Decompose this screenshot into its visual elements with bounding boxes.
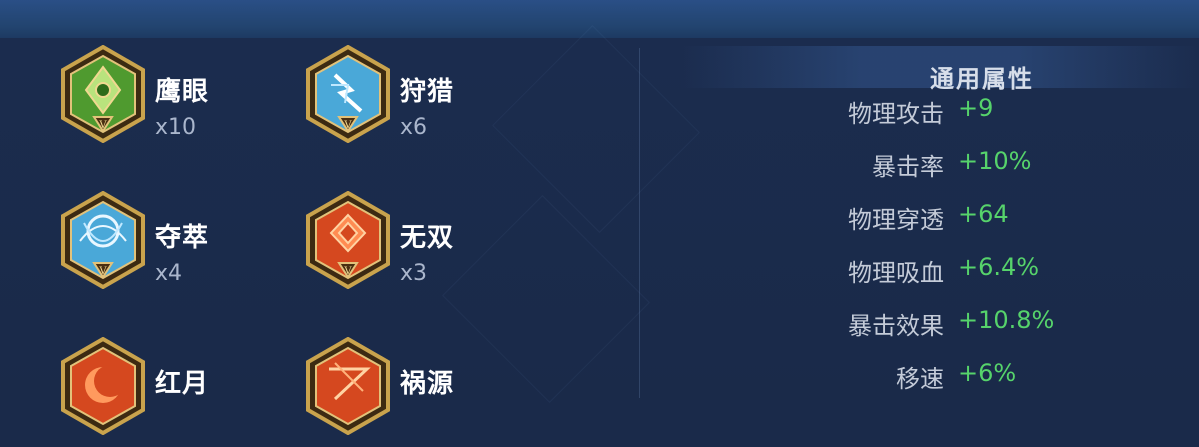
attribute-row: 暴击率 +10% [640, 143, 1199, 183]
rune-item[interactable]: 祸源 [305, 337, 535, 447]
rune-item[interactable]: V 无双 x3 [305, 191, 535, 301]
attribute-value: +6% [958, 359, 1017, 387]
attribute-label: 物理吸血 [848, 259, 944, 287]
calamity-rune-icon [306, 337, 390, 435]
attribute-label: 暴击率 [872, 153, 944, 181]
svg-text:V: V [343, 266, 352, 277]
attributes-title: 通用属性 [930, 65, 1034, 93]
attribute-label: 物理攻击 [848, 100, 944, 128]
rune-count: x3 [400, 261, 428, 286]
rune-count: x10 [155, 115, 197, 140]
attribute-value: +6.4% [958, 253, 1040, 281]
hunt-rune-icon: V [306, 45, 390, 143]
rune-item[interactable]: V 夺萃 x4 [60, 191, 290, 301]
attribute-value: +64 [958, 200, 1009, 228]
attribute-row: 物理吸血 +6.4% [640, 249, 1199, 289]
rune-item[interactable]: 红月 [60, 337, 290, 447]
svg-text:V: V [343, 120, 352, 131]
attribute-label: 暴击效果 [848, 312, 944, 340]
rune-name: 夺萃 [155, 223, 210, 253]
rune-name: 祸源 [400, 369, 455, 399]
attribute-value: +10% [958, 147, 1032, 175]
rune-name: 鹰眼 [155, 77, 210, 107]
seize-rune-icon: V [61, 191, 145, 289]
red-moon-rune-icon [61, 337, 145, 435]
svg-text:V: V [98, 120, 107, 131]
rune-item[interactable]: V 狩猎 x6 [305, 45, 535, 155]
attribute-label: 移速 [896, 365, 944, 393]
attribute-row: 暴击效果 +10.8% [640, 302, 1199, 342]
rune-count: x6 [400, 115, 428, 140]
peerless-rune-icon: V [306, 191, 390, 289]
attributes-header: 通用属性 [680, 46, 1199, 93]
attribute-label: 物理穿透 [848, 206, 944, 234]
attribute-row: 物理攻击 +9 [640, 90, 1199, 130]
rune-item[interactable]: V 鹰眼 x10 [60, 45, 290, 155]
rune-name: 狩猎 [400, 77, 455, 107]
attribute-value: +10.8% [958, 306, 1055, 334]
rune-name: 红月 [155, 369, 210, 399]
attribute-value: +9 [958, 94, 994, 122]
attribute-row: 物理穿透 +64 [640, 196, 1199, 236]
svg-text:V: V [98, 266, 107, 277]
rune-name: 无双 [400, 223, 455, 253]
attributes-panel: 通用属性 物理攻击 +9 暴击率 +10% 物理穿透 +64 物理吸血 +6.4… [640, 38, 1199, 400]
rune-count: x4 [155, 261, 183, 286]
hawk-eye-rune-icon: V [61, 45, 145, 143]
rune-list: V 鹰眼 x10 V 狩猎 x6 V 夺萃 x4 V 无双 x3 红月 祸源 [0, 25, 700, 435]
attribute-row: 移速 +6% [640, 355, 1199, 395]
rune-summary-panel: V 鹰眼 x10 V 狩猎 x6 V 夺萃 x4 V 无双 x3 红月 祸源 通… [0, 25, 1199, 435]
